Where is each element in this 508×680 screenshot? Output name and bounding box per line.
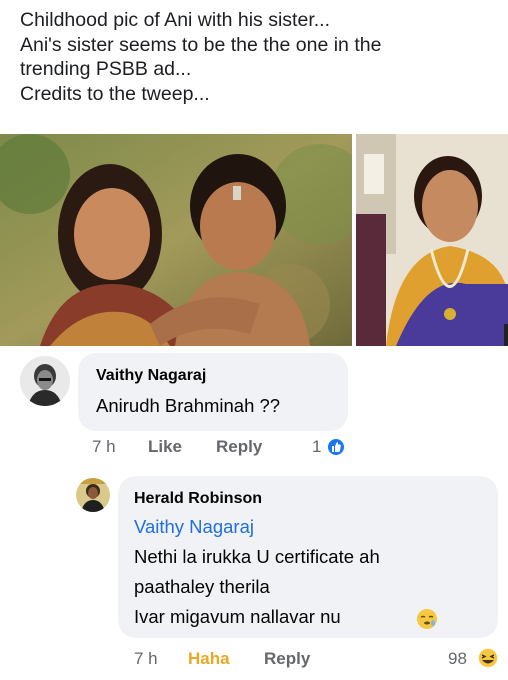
reply-text-line: paathaley therila (134, 576, 270, 597)
reply-text-line: Ivar migavum nallavar nu (134, 606, 341, 627)
sleepy-face-emoji (416, 608, 438, 630)
reaction-count-value: 1 (312, 437, 322, 456)
reply-actions: 7 h Haha Reply (134, 649, 394, 673)
post-photos (0, 134, 508, 346)
comment-time[interactable]: 7 h (92, 437, 116, 457)
reply-bubble: Herald Robinson Vaithy Nagaraj Nethi la … (118, 476, 498, 638)
comment-bubble: Vaithy Nagaraj Anirudh Brahminah ?? (78, 353, 348, 431)
reply-text-line: Nethi la irukka U certificate ah (134, 546, 380, 567)
comment-text: Anirudh Brahminah ?? (96, 395, 281, 416)
ad-photo[interactable] (356, 134, 508, 346)
post-line: Credits to the tweep... (20, 82, 210, 105)
avatar[interactable] (20, 356, 70, 406)
reaction-count-value: 98 (448, 649, 467, 668)
childhood-photo[interactable] (0, 134, 352, 346)
reply-time[interactable]: 7 h (134, 649, 158, 669)
post-line: Ani's sister seems to be the the one in … (20, 33, 382, 56)
haha-icon (477, 647, 499, 669)
reply-button[interactable]: Reply (216, 437, 262, 457)
like-button[interactable]: Like (148, 437, 182, 457)
comment-author[interactable]: Vaithy Nagaraj (96, 367, 206, 385)
post-line: trending PSBB ad... (20, 58, 192, 80)
reply-button[interactable]: Reply (264, 649, 310, 669)
mention-link[interactable]: Vaithy Nagaraj (134, 516, 254, 538)
post-line: Childhood pic of Ani with his sister... (20, 9, 330, 31)
like-icon (326, 437, 346, 457)
reaction-count[interactable]: 98 (448, 649, 478, 673)
avatar[interactable] (76, 478, 110, 512)
haha-reaction-button[interactable]: Haha (188, 649, 230, 669)
post-caption: Childhood pic of Ani with his sister... … (20, 8, 500, 106)
reply-author[interactable]: Herald Robinson (134, 490, 262, 508)
